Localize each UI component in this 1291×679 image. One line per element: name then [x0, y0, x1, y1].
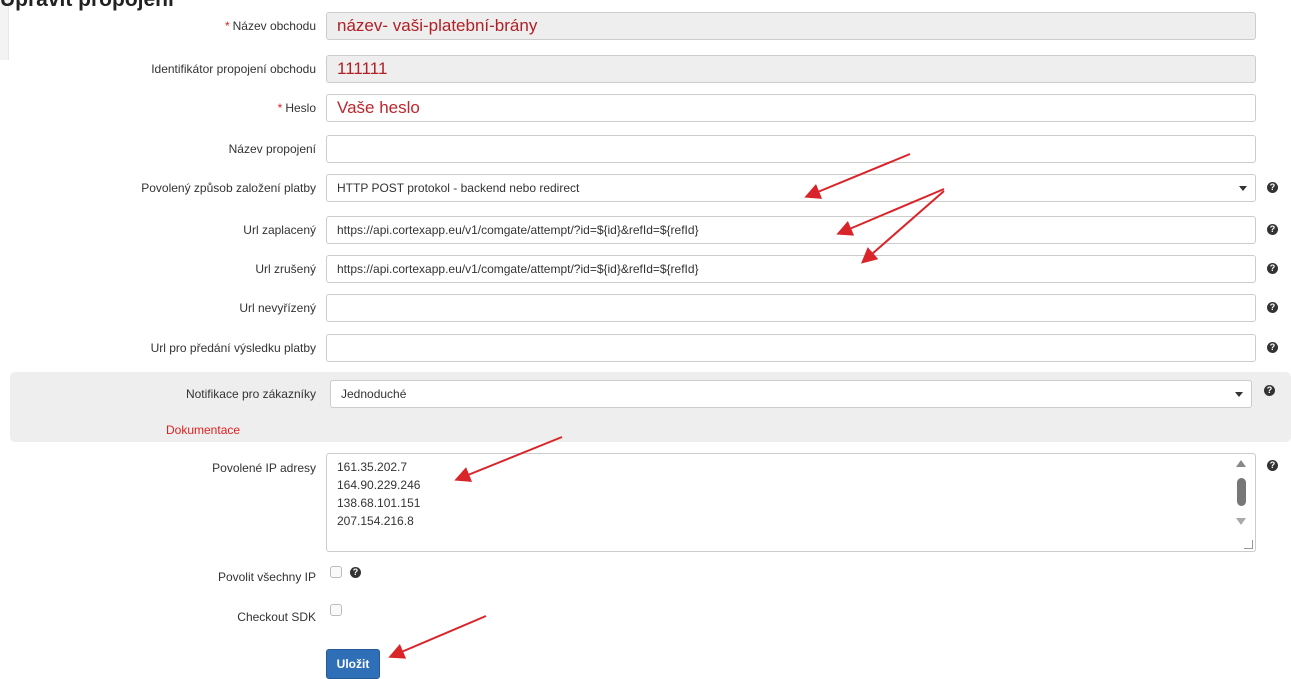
scroll-down-icon[interactable] — [1236, 518, 1246, 525]
payment-method-select[interactable]: HTTP POST protokol - backend nebo redire… — [326, 174, 1256, 202]
checkout-sdk-checkbox[interactable] — [330, 604, 342, 616]
help-icon[interactable]: ? — [1267, 460, 1278, 471]
form-row-connection-name: Název propojení — [0, 135, 1291, 163]
annotation-arrow — [388, 615, 487, 659]
allow-all-ips-label: Povolit všechny IP — [217, 570, 316, 584]
password-input[interactable]: Vaše heslo — [326, 94, 1256, 122]
form-row-url-result: Url pro předání výsledku platby ? — [0, 334, 1291, 362]
help-icon[interactable]: ? — [1267, 342, 1278, 353]
payment-method-value: HTTP POST protokol - backend nebo redire… — [337, 181, 580, 195]
ip-line: 138.68.101.151 — [337, 496, 421, 510]
resize-grip-icon[interactable] — [1244, 540, 1253, 549]
shop-name-label: * Název obchodu — [224, 19, 316, 33]
form-row-url-paid: Url zaplacený https://api.cortexapp.eu/v… — [0, 216, 1291, 244]
help-icon[interactable]: ? — [1267, 263, 1278, 274]
shop-name-input[interactable]: název- vaši-platební-brány — [326, 12, 1256, 40]
notifications-select[interactable]: Jednoduché — [330, 380, 1252, 408]
password-label: * Heslo — [277, 101, 316, 115]
documentation-link[interactable]: Dokumentace — [166, 423, 240, 437]
help-icon[interactable]: ? — [1264, 385, 1275, 396]
form-row-shop-id: Identifikátor propojení obchodu 111111 — [0, 55, 1291, 83]
form-row-notifications: Notifikace pro zákazníky Jednoduché ? — [0, 380, 1291, 408]
ip-line: 207.154.216.8 — [337, 514, 414, 528]
connection-name-input[interactable] — [326, 135, 1256, 163]
notifications-label: Notifikace pro zákazníky — [185, 387, 316, 401]
help-icon[interactable]: ? — [350, 567, 361, 578]
ip-line: 161.35.202.7 — [337, 460, 408, 474]
url-cancelled-input[interactable]: https://api.cortexapp.eu/v1/comgate/atte… — [326, 255, 1256, 283]
shop-id-label: Identifikátor propojení obchodu — [151, 62, 316, 76]
scrollbar-thumb[interactable] — [1237, 478, 1246, 506]
scroll-up-icon[interactable] — [1236, 460, 1246, 467]
connection-name-label: Název propojení — [228, 142, 316, 156]
chevron-down-icon — [1235, 392, 1243, 397]
page-title: Upravit propojení — [0, 0, 174, 12]
checkout-sdk-label: Checkout SDK — [237, 610, 316, 624]
shop-id-input[interactable]: 111111 — [326, 55, 1256, 83]
url-result-label: Url pro předání výsledku platby — [150, 341, 316, 355]
url-pending-label: Url nevyřízený — [239, 301, 316, 315]
allowed-ips-label: Povolené IP adresy — [212, 461, 316, 475]
form-row-url-pending: Url nevyřízený ? — [0, 294, 1291, 322]
payment-method-label: Povolený způsob založení platby — [141, 181, 316, 195]
ip-line: 164.90.229.246 — [337, 478, 421, 492]
form-row-shop-name: * Název obchodu název- vaši-platební-brán… — [0, 12, 1291, 40]
url-paid-input[interactable]: https://api.cortexapp.eu/v1/comgate/atte… — [326, 216, 1256, 244]
required-mark: * — [277, 101, 283, 115]
required-mark: * — [224, 19, 230, 33]
url-result-input[interactable] — [326, 334, 1256, 362]
help-icon[interactable]: ? — [1267, 224, 1278, 235]
url-paid-label: Url zaplacený — [243, 223, 316, 237]
help-icon[interactable]: ? — [1267, 302, 1278, 313]
form-row-url-cancelled: Url zrušený https://api.cortexapp.eu/v1/… — [0, 255, 1291, 283]
allow-all-ips-checkbox[interactable] — [330, 566, 342, 578]
save-button[interactable]: Uložit — [326, 649, 380, 679]
url-cancelled-label: Url zrušený — [255, 262, 316, 276]
chevron-down-icon — [1239, 186, 1247, 191]
notifications-value: Jednoduché — [341, 387, 407, 401]
allowed-ips-textarea[interactable]: 161.35.202.7 164.90.229.246 138.68.101.1… — [326, 453, 1256, 552]
help-icon[interactable]: ? — [1267, 182, 1278, 193]
form-row-password: * Heslo Vaše heslo — [0, 94, 1291, 122]
url-pending-input[interactable] — [326, 294, 1256, 322]
form-row-payment-method: Povolený způsob založení platby HTTP POS… — [0, 174, 1291, 202]
